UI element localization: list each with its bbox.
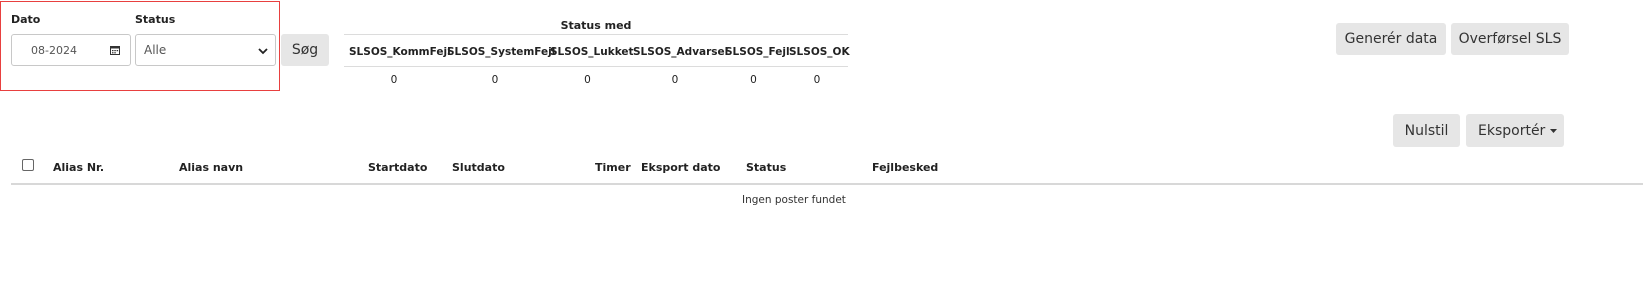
summary-header-fejl: SLSOS_Fejl (725, 46, 790, 58)
summary-value-kommfejl: 0 (390, 74, 398, 86)
table-header-divider (11, 183, 1643, 185)
summary-value-fejl: 0 (750, 74, 757, 86)
date-label: Dato (11, 13, 41, 26)
col-header-status[interactable]: Status (746, 161, 786, 174)
col-header-eksport-dato[interactable]: Eksport dato (641, 161, 720, 174)
transfer-sls-button[interactable]: Overførsel SLS (1451, 23, 1569, 55)
col-header-timer[interactable]: Timer (595, 161, 631, 174)
col-header-slutdato[interactable]: Slutdato (452, 161, 505, 174)
col-header-startdato[interactable]: Startdato (368, 161, 427, 174)
col-header-fejlbesked[interactable]: Fejlbesked (872, 161, 938, 174)
summary-value-lukket: 0 (584, 74, 591, 86)
status-label: Status (135, 13, 176, 26)
summary-header-ok: SLSOS_OK (789, 46, 850, 58)
summary-value-advarsel: 0 (671, 74, 679, 86)
date-input[interactable]: 08-2024 (11, 34, 131, 66)
export-label: Eksportér (1478, 122, 1546, 139)
summary-header-systemfejl: SLSOS_SystemFejl (447, 46, 556, 58)
export-dropdown-button[interactable]: Eksportér (1466, 114, 1564, 147)
search-button[interactable]: Søg (281, 34, 329, 66)
generate-data-button[interactable]: Generér data (1336, 23, 1446, 55)
status-select[interactable]: Alle (135, 34, 276, 66)
select-all-checkbox[interactable] (22, 159, 34, 171)
col-header-alias-navn[interactable]: Alias navn (179, 161, 243, 174)
chevron-down-icon (258, 48, 268, 55)
summary-value-systemfejl: 0 (491, 74, 499, 86)
empty-table-message: Ingen poster fundet (742, 194, 846, 206)
date-value: 08-2024 (31, 43, 77, 57)
col-header-alias-nr[interactable]: Alias Nr. (53, 161, 104, 174)
summary-title: Status med (560, 19, 632, 32)
summary-header-lukket: SLSOS_Lukket (550, 46, 634, 58)
calendar-icon[interactable] (110, 45, 120, 55)
summary-divider-top (344, 34, 848, 35)
reset-button[interactable]: Nulstil (1393, 114, 1460, 147)
summary-divider-mid (344, 66, 848, 67)
summary-header-kommfejl: SLSOS_KommFejl (349, 46, 451, 58)
summary-header-advarsel: SLSOS_Advarsel (633, 46, 729, 58)
status-selected-value: Alle (144, 43, 167, 57)
caret-down-icon (1550, 128, 1558, 133)
summary-value-ok: 0 (813, 74, 821, 86)
